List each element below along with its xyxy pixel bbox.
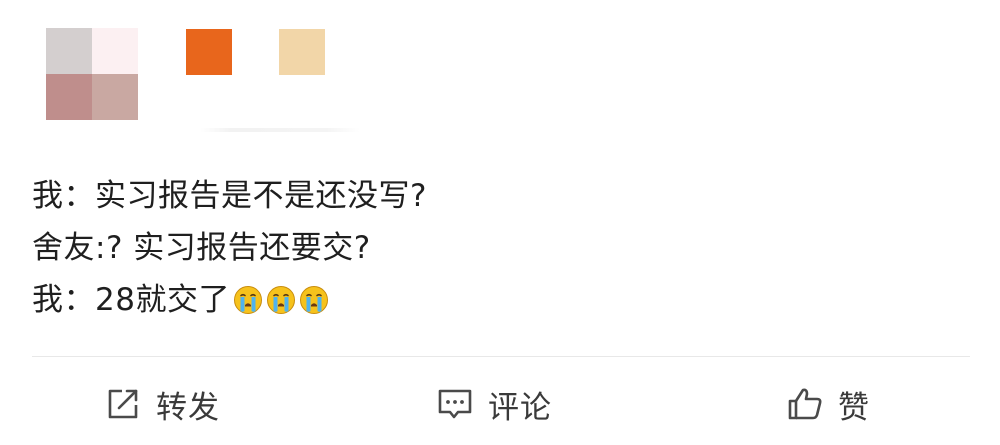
post-line-2: 舍友:? 实习报告还要交?: [32, 222, 962, 274]
avatar[interactable]: [46, 28, 138, 120]
post-line-1: 我：实习报告是不是还没写?: [32, 170, 962, 222]
username-placeholder: [200, 128, 360, 132]
post-content: 我：实习报告是不是还没写? 舍友:? 实习报告还要交? 我：28就交了: [32, 170, 962, 326]
avatar-pixel: [92, 74, 138, 120]
crying-face-icon: [299, 286, 328, 314]
comment-button[interactable]: 评论: [436, 372, 552, 436]
comment-label: 评论: [488, 389, 552, 426]
user-badge-tan: [279, 29, 325, 75]
avatar-pixel: [46, 28, 92, 74]
post-text: 我：实习报告是不是还没写?: [32, 178, 427, 214]
post-text: 我：28就交了: [32, 282, 230, 318]
like-button[interactable]: 赞: [786, 372, 870, 436]
avatar-pixel: [92, 28, 138, 74]
comment-icon: [436, 385, 474, 423]
thumbs-up-icon: [786, 385, 824, 423]
post-line-3: 我：28就交了: [32, 274, 962, 326]
emoji-group: [233, 285, 329, 315]
post-text: 舍友:? 实习报告还要交?: [32, 230, 371, 266]
crying-face-icon: [266, 286, 295, 314]
divider: [32, 356, 970, 357]
crying-face-icon: [233, 286, 262, 314]
avatar-pixel: [46, 74, 92, 120]
user-badge-orange: [186, 29, 232, 75]
post-header: [0, 0, 1000, 150]
repost-icon: [104, 385, 142, 423]
repost-button[interactable]: 转发: [104, 372, 220, 436]
repost-label: 转发: [156, 389, 220, 426]
action-bar: 转发 评论 赞: [0, 372, 1000, 436]
like-label: 赞: [838, 389, 870, 426]
